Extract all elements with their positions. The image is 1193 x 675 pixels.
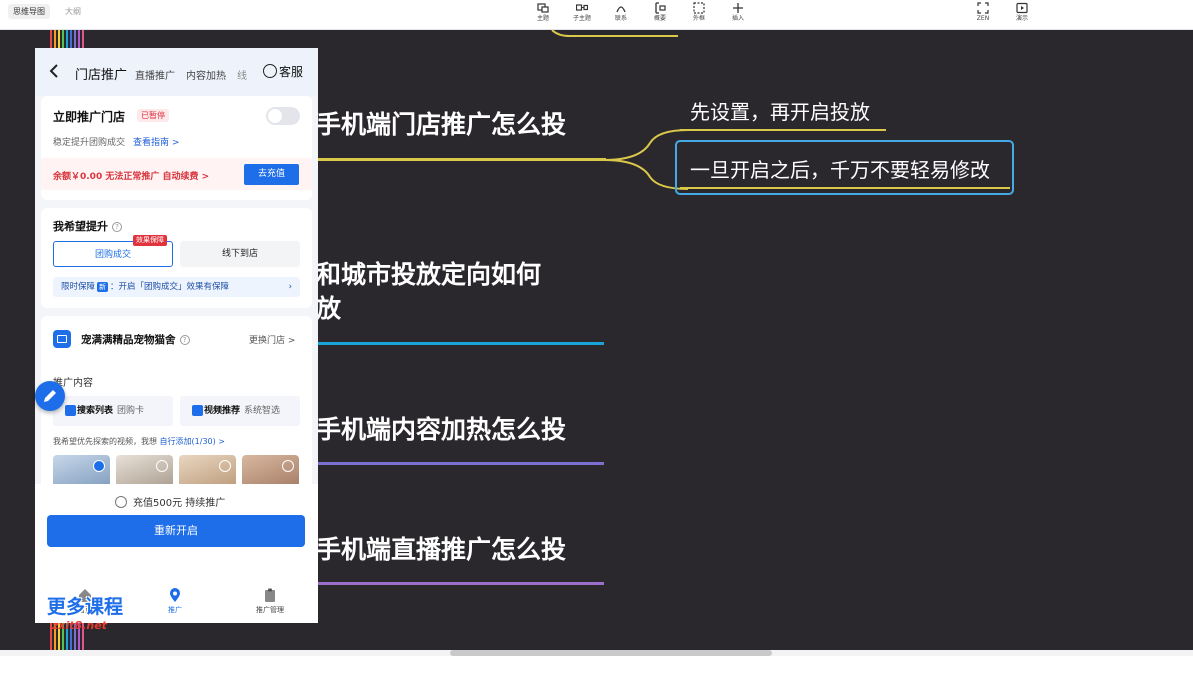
tool-boundary-button[interactable]: 外框 — [682, 0, 716, 30]
store-promo-title: 立即推广门店 — [53, 110, 126, 124]
summary-icon — [655, 2, 666, 14]
present-label: 演示 — [1015, 15, 1028, 22]
edit-fab-button[interactable] — [35, 381, 65, 411]
topic-underline — [316, 342, 604, 345]
goal-option-instore[interactable]: 线下到店 — [180, 241, 300, 267]
help-icon[interactable]: ? — [112, 222, 122, 232]
subtopic-setup-first[interactable]: 先设置，再开启投放 — [690, 96, 870, 125]
zen-mode-button[interactable]: ZEN — [966, 0, 1000, 30]
tab-store-promo[interactable]: 门店推广 — [75, 64, 127, 83]
tool-subtopic-button[interactable]: 子主题 — [565, 0, 599, 30]
search-icon — [65, 405, 76, 416]
watermark-text: 更多课程 — [47, 596, 124, 618]
help-icon[interactable]: ? — [179, 335, 190, 345]
guarantee-prefix: 限时保障 — [61, 282, 96, 292]
topic-live-promo[interactable]: 手机端直播推广怎么投 — [316, 533, 566, 567]
topic-city-targeting-line2[interactable]: 放 — [316, 292, 341, 326]
tool-boundary-label: 外框 — [692, 15, 705, 22]
present-button[interactable]: 演示 — [1005, 0, 1039, 30]
tool-insert-button[interactable]: 插入 — [721, 0, 755, 30]
tool-insert-label: 插入 — [731, 15, 744, 22]
topic-underline — [316, 158, 606, 161]
scrollbar-thumb[interactable] — [450, 650, 772, 656]
topic-icon — [537, 3, 549, 13]
topic-city-targeting[interactable]: 和城市投放定向如何 — [316, 258, 541, 292]
store-promo-desc: 稳定提升团购成交 — [53, 138, 126, 148]
balance-text[interactable]: 余额￥0.00 无法正常推广 自动续费 > — [53, 169, 209, 182]
customer-service-label: 客服 — [279, 65, 304, 79]
fullscreen-icon — [977, 2, 989, 14]
subtopic-underline — [680, 187, 1010, 189]
plus-icon — [733, 3, 743, 13]
headset-icon — [263, 64, 277, 78]
tab-offline[interactable]: 线 — [237, 67, 247, 82]
store-promo-card: 立即推广门店 已暂停 稳定提升团购成交 查看指南 > 余额￥0.00 无法正常推… — [41, 96, 312, 200]
restart-button[interactable]: 重新开启 — [47, 515, 305, 547]
play-icon — [1016, 2, 1028, 14]
subtopic-do-not-modify[interactable]: 一旦开启之后，千万不要轻易修改 — [690, 154, 990, 183]
topic-underline — [316, 582, 604, 585]
view-tab-mindmap[interactable]: 思维导图 — [8, 4, 50, 19]
guarantee-text: ：开启「团购成交」效果有保障 — [110, 282, 230, 292]
new-tag: 新 — [97, 282, 109, 292]
clipboard-icon — [265, 588, 275, 602]
pencil-icon — [44, 390, 56, 402]
tool-topic-button[interactable]: 主题 — [526, 0, 560, 30]
status-badge: 已暂停 — [137, 109, 169, 122]
zen-label: ZEN — [976, 15, 990, 22]
radio-circle-icon — [115, 496, 127, 508]
location-pin-icon — [170, 588, 180, 602]
topic-underline — [316, 462, 604, 465]
app-toolbar: 思维导图 大纲 主题 子主题 联系 概要 外框 插入 ZEN 演示 — [0, 0, 1193, 30]
customer-service-button[interactable]: 客服 — [263, 63, 303, 80]
phone-header: 门店推广 直播推广 内容加热 线 客服 — [35, 48, 318, 96]
store-name: 宠满满精品宠物猫舍? — [81, 332, 190, 347]
nav-promo-manage[interactable]: 推广管理 — [240, 588, 300, 615]
change-store-link[interactable]: 更换门店 > — [249, 333, 295, 346]
tool-relation-button[interactable]: 联系 — [604, 0, 638, 30]
promo-option-video[interactable]: 视频推荐 系统智选 — [180, 396, 300, 426]
view-guide-link[interactable]: 查看指南 > — [133, 135, 179, 148]
store-icon — [53, 330, 71, 348]
watermark-site: zxit8.net — [52, 619, 107, 632]
tool-relation-label: 联系 — [614, 15, 627, 22]
relation-icon — [616, 6, 626, 13]
tool-topic-label: 主题 — [536, 15, 549, 22]
balance-warning: 余额￥0.00 无法正常推广 自动续费 > 去充值 — [41, 158, 312, 190]
boundary-icon — [693, 2, 705, 14]
chevron-right-icon: › — [288, 282, 292, 292]
goal-title: 我希望提升? — [53, 218, 122, 234]
topic-store-promo[interactable]: 手机端门店推广怎么投 — [316, 108, 566, 142]
topic-content-boost[interactable]: 手机端内容加热怎么投 — [316, 413, 566, 447]
add-videos-link[interactable]: 自行添加(1/30) > — [160, 437, 225, 446]
tab-content-boost[interactable]: 内容加热 — [186, 67, 226, 82]
upper-branch-curve — [551, 30, 678, 37]
phone-screenshot: 门店推广 直播推广 内容加热 线 客服 立即推广门店 已暂停 稳定提升团购成交 … — [35, 48, 318, 623]
subtopic-underline — [680, 129, 886, 131]
video-icon — [192, 405, 203, 416]
recharge-radio[interactable]: 充值500元 持续推广 — [115, 494, 225, 509]
promo-option-search[interactable]: 搜索列表 团购卡 — [53, 396, 173, 426]
videos-hint: 我希望优先探索的视频，我想 自行添加(1/30) > — [53, 437, 225, 446]
back-arrow-icon[interactable] — [48, 63, 60, 79]
tool-summary-label: 概要 — [653, 15, 666, 22]
nav-promo[interactable]: 推广 — [145, 588, 205, 615]
promo-toggle[interactable] — [266, 107, 300, 125]
guarantee-banner[interactable]: 限时保障新：开启「团购成交」效果有保障 › — [53, 277, 300, 297]
tool-summary-button[interactable]: 概要 — [643, 0, 677, 30]
recharge-button[interactable]: 去充值 — [244, 164, 299, 185]
view-tab-outline[interactable]: 大纲 — [60, 4, 86, 19]
tool-subtopic-label: 子主题 — [572, 15, 591, 22]
effect-guarantee-tag: 效果保障 — [133, 235, 167, 246]
goal-card: 我希望提升? 团购成交 效果保障 线下到店 限时保障新：开启「团购成交」效果有保… — [41, 208, 312, 308]
subtopic-icon — [576, 4, 588, 11]
tab-live-promo[interactable]: 直播推广 — [135, 67, 175, 82]
